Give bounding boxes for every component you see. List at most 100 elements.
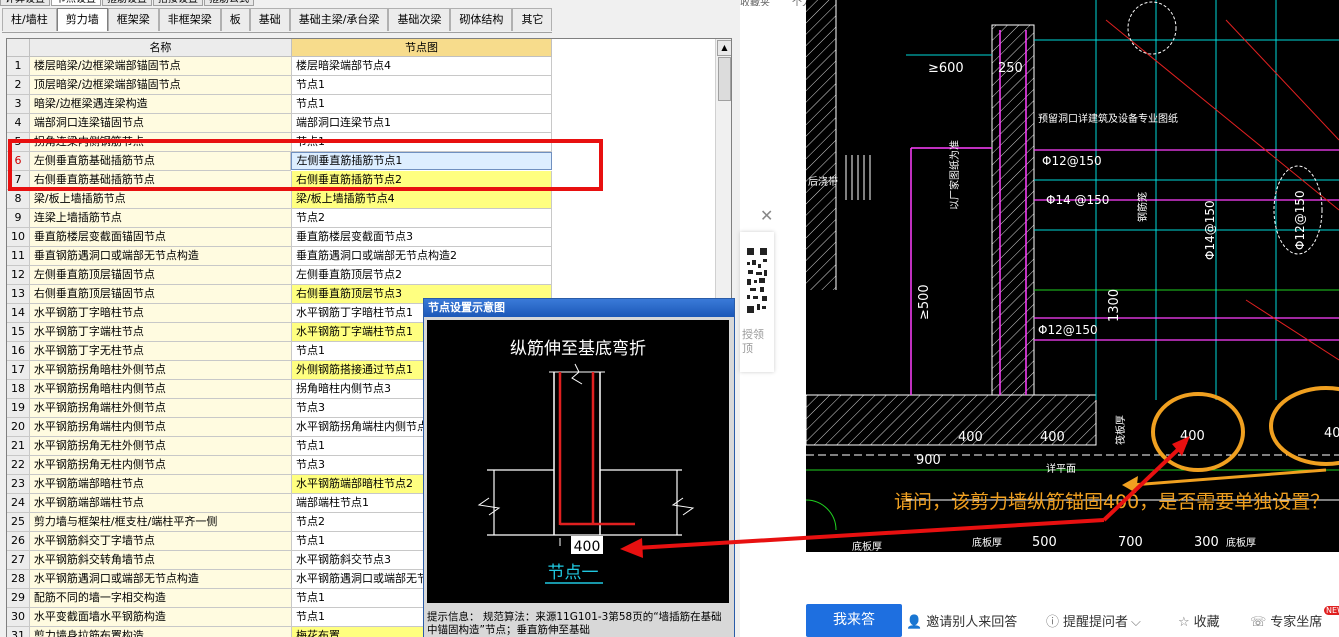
category-tab-0[interactable]: 柱/墙柱 [2, 8, 57, 31]
top-settings-tabs: 计算设置节点设置箍筋设置搭接设置箍筋公式 [0, 0, 255, 6]
cad-dim-7: 1300 [1107, 289, 1122, 322]
cad-note-2: 以厂家图纸为准 [948, 140, 961, 210]
row-node-cell[interactable]: 节点2 [291, 209, 552, 228]
row-name: 水平钢筋丁字端柱节点 [29, 323, 292, 342]
scroll-up-icon[interactable]: ▲ [717, 40, 731, 56]
browser-question-page: 收藏夹个人中心1010c广联达天下安装百度翻译 授领 顶 ✕ [740, 0, 1339, 637]
row-number: 2 [7, 76, 30, 95]
row-number: 1 [7, 57, 30, 76]
table-row[interactable]: 12 左侧垂直筋顶层锚固节点 左侧垂直筋顶层节点2 [7, 266, 552, 285]
row-name: 水平钢筋端部端柱节点 [29, 494, 292, 513]
cad-dim-10: 300 [1194, 535, 1219, 550]
top-tab-1[interactable]: 节点设置 [51, 0, 101, 6]
chevron-down-icon: ⌵ [1131, 615, 1141, 630]
cad-dim-8: 500 [1032, 535, 1057, 550]
cad-note-7: 底板厚 [852, 540, 882, 552]
row-number: 22 [7, 456, 30, 475]
question-caption: 请问，该剪力墙纵筋锚固400，是否需要单独设置？ [894, 491, 1330, 513]
row-number: 3 [7, 95, 30, 114]
category-tab-9[interactable]: 其它 [512, 8, 553, 31]
cad-dim-9: 700 [1118, 535, 1143, 550]
cad-dim-1: ≥600 [928, 61, 964, 76]
row-node-cell[interactable]: 楼层暗梁端部节点4 [291, 57, 552, 76]
bookmark-item[interactable]: 收藏夹 [740, 0, 770, 6]
row-name: 垂直钢筋遇洞口或端部无节点构造 [29, 247, 292, 266]
category-tab-5[interactable]: 基础 [249, 8, 290, 31]
row-number: 20 [7, 418, 30, 437]
category-tab-6[interactable]: 基础主梁/承台梁 [289, 8, 389, 31]
row-node-cell[interactable]: 端部洞口连梁节点1 [291, 114, 552, 133]
invite-answer-link[interactable]: 👤 邀请别人来回答 [906, 611, 1017, 630]
top-tab-3[interactable]: 搭接设置 [153, 0, 203, 6]
row-name: 暗梁/边框梁遇连梁构造 [29, 95, 292, 114]
new-badge: NEW [1324, 606, 1339, 615]
side-label: 授领 顶 [742, 328, 764, 355]
node-diagram-dialog: 节点设置示意图 纵筋伸至基底弯折 400 节点一 提示信息： 规范算法：来源11… [423, 298, 735, 637]
close-icon[interactable]: ✕ [760, 206, 773, 225]
category-tab-7[interactable]: 基础次梁 [388, 8, 451, 31]
expert-seat-link[interactable]: ☏ 专家坐席 [1250, 611, 1322, 630]
category-tab-4[interactable]: 板 [220, 8, 250, 31]
side-qr-panel: 授领 顶 [740, 232, 774, 372]
row-name: 水平钢筋拐角暗柱外侧节点 [29, 361, 292, 380]
row-name: 水平钢筋拐角端柱外侧节点 [29, 399, 292, 418]
row-name: 水平钢筋拐角无柱内侧节点 [29, 456, 292, 475]
row-number: 18 [7, 380, 30, 399]
favorite-link[interactable]: ☆ 收藏 [1178, 611, 1220, 630]
category-tab-8[interactable]: 砌体结构 [450, 8, 513, 31]
row-name: 右侧垂直筋顶层锚固节点 [29, 285, 292, 304]
row-node-cell[interactable]: 垂直筋遇洞口或端部无节点构造2 [291, 247, 552, 266]
row-node-cell[interactable]: 节点1 [291, 95, 552, 114]
red-highlight-box [8, 139, 603, 191]
dialog-title: 节点设置示意图 [424, 299, 734, 317]
cad-rebar-4: Φ14@150 [1203, 200, 1217, 260]
scroll-thumb[interactable] [718, 57, 731, 101]
category-tab-3[interactable]: 非框架梁 [158, 8, 221, 31]
row-name: 水平钢筋遇洞口或端部无节点构造 [29, 570, 292, 589]
cad-dim-3: 400 [958, 430, 983, 445]
answer-button[interactable]: 我来答 [806, 604, 902, 637]
expert-seat-label: 专家坐席 [1270, 615, 1323, 630]
row-number: 19 [7, 399, 30, 418]
table-row[interactable]: 8 梁/板上墙插筋节点 梁/板上墙插筋节点4 [7, 190, 552, 209]
anchor-length-value[interactable]: 400 [574, 539, 601, 555]
cad-drawing: ≥600 250 400 400 900 500 700 300 400 40 … [806, 0, 1339, 552]
answer-action-bar: 我来答 👤 邀请别人来回答 ⓘ 提醒提问者 ⌵ ☆ 收藏 ☏ 专家坐席 [740, 600, 1339, 637]
row-number: 25 [7, 513, 30, 532]
cad-note-8: 筏板厚 [1114, 415, 1127, 445]
cad-dim-6: ≥500 [917, 284, 932, 320]
table-row[interactable]: 2 顶层暗梁/边框梁端部锚固节点 节点1 [7, 76, 552, 95]
category-tab-1[interactable]: 剪力墙 [56, 8, 108, 31]
category-tab-2[interactable]: 框架梁 [107, 8, 159, 31]
cad-rebar-5: Φ12@150 [1293, 190, 1307, 250]
row-node-cell[interactable]: 梁/板上墙插筋节点4 [291, 190, 552, 209]
table-row[interactable]: 1 楼层暗梁/边框梁端部锚固节点 楼层暗梁端部节点4 [7, 57, 552, 76]
cad-rebar-2: Φ14 @150 [1046, 193, 1109, 207]
top-tab-0[interactable]: 计算设置 [0, 0, 50, 6]
header-name: 名称 [29, 39, 292, 57]
row-node-cell[interactable]: 垂直筋楼层变截面节点3 [291, 228, 552, 247]
cad-rebar-3: Φ12@150 [1038, 323, 1098, 337]
row-node-cell[interactable]: 左侧垂直筋顶层节点2 [291, 266, 552, 285]
table-row[interactable]: 9 连梁上墙插筋节点 节点2 [7, 209, 552, 228]
info-icon: ⓘ [1046, 615, 1060, 630]
top-tab-2[interactable]: 箍筋设置 [102, 0, 152, 6]
invite-answer-label: 邀请别人来回答 [926, 615, 1018, 630]
table-row[interactable]: 3 暗梁/边框梁遇连梁构造 节点1 [7, 95, 552, 114]
row-name: 水平变截面墙水平钢筋构造 [29, 608, 292, 627]
row-name: 水平钢筋拐角暗柱内侧节点 [29, 380, 292, 399]
row-number: 11 [7, 247, 30, 266]
rebar-software-window: 计算设置节点设置箍筋设置搭接设置箍筋公式 柱/墙柱剪力墙框架梁非框架梁板基础基础… [0, 0, 740, 637]
hint-label: 提示信息： [427, 611, 480, 623]
table-row[interactable]: 10 垂直筋楼层变截面锚固节点 垂直筋楼层变截面节点3 [7, 228, 552, 247]
row-node-cell[interactable]: 节点1 [291, 76, 552, 95]
remind-asker-label: 提醒提问者 [1063, 615, 1129, 630]
row-number: 12 [7, 266, 30, 285]
table-row[interactable]: 11 垂直钢筋遇洞口或端部无节点构造 垂直筋遇洞口或端部无节点构造2 [7, 247, 552, 266]
row-number: 28 [7, 570, 30, 589]
table-row[interactable]: 4 端部洞口连梁锚固节点 端部洞口连梁节点1 [7, 114, 552, 133]
remind-asker-link[interactable]: ⓘ 提醒提问者 ⌵ [1046, 611, 1145, 630]
top-tab-4[interactable]: 箍筋公式 [204, 0, 254, 6]
row-name: 端部洞口连梁锚固节点 [29, 114, 292, 133]
row-number: 17 [7, 361, 30, 380]
